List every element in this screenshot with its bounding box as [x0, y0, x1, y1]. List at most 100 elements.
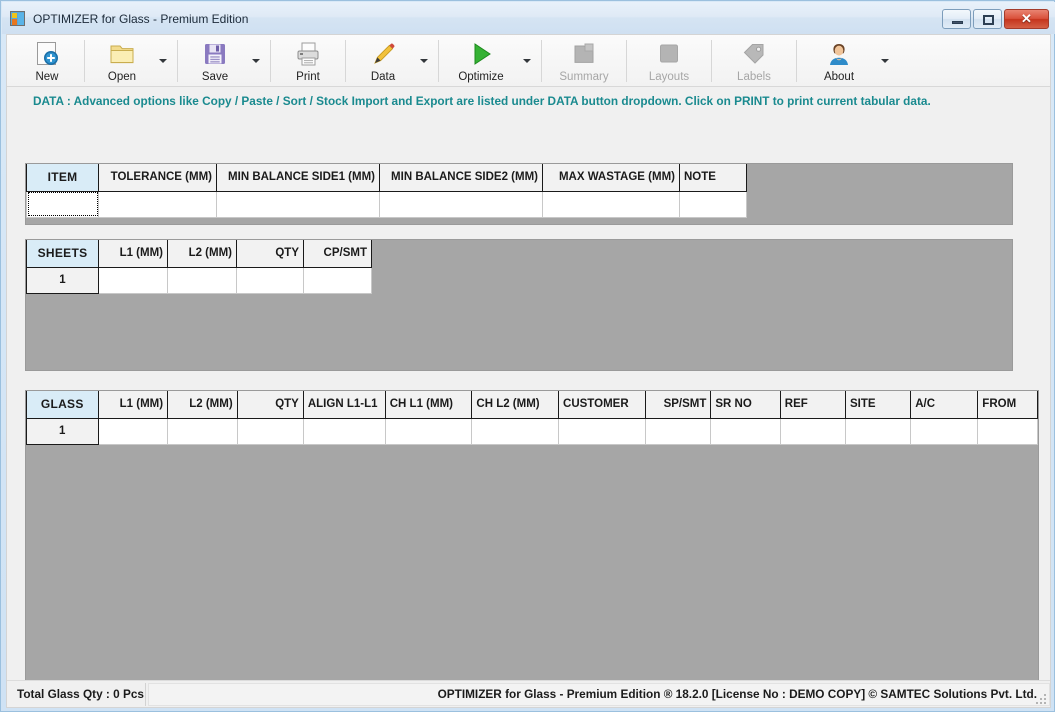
toolbar-group-save: Save	[183, 35, 265, 86]
glass-col-qty[interactable]: QTY	[237, 391, 304, 419]
labels-button[interactable]: Labels	[717, 36, 791, 86]
glass-col-site[interactable]: SITE	[845, 391, 912, 419]
maximize-button[interactable]	[973, 9, 1002, 29]
glass-col-ac[interactable]: A/C	[910, 391, 979, 419]
save-dropdown-arrow-icon[interactable]	[247, 36, 265, 86]
optimize-button-label: Optimize	[458, 70, 504, 83]
printer-icon	[294, 39, 322, 69]
new-button[interactable]: New	[15, 36, 79, 86]
glass-row-header-1[interactable]: 1	[26, 418, 99, 445]
data-button[interactable]: Data	[351, 36, 415, 86]
glass-grid[interactable]: GLASS L1 (MM) L2 (MM) QTY ALIGN L1-L1 CH…	[25, 390, 1039, 705]
table-row	[26, 191, 747, 218]
glass-cell-row1-sp-smt[interactable]	[645, 418, 712, 445]
sheets-col-l2[interactable]: L2 (MM)	[167, 240, 237, 268]
info-banner-text: DATA : Advanced options like Copy / Past…	[33, 94, 931, 108]
sheets-cell-row1-qty[interactable]	[236, 267, 304, 294]
glass-col-customer[interactable]: CUSTOMER	[558, 391, 646, 419]
item-col-min-balance-side1[interactable]: MIN BALANCE SIDE1 (MM)	[216, 164, 380, 192]
copyright-text: OPTIMIZER for Glass - Premium Edition ® …	[148, 682, 1050, 706]
about-button[interactable]: About	[802, 36, 876, 86]
item-col-max-wastage[interactable]: MAX WASTAGE (MM)	[542, 164, 680, 192]
item-cell-row1-tolerance[interactable]	[98, 191, 217, 218]
item-cell-row1-item[interactable]	[26, 191, 99, 218]
item-cell-row1-min-balance-side1[interactable]	[216, 191, 380, 218]
about-dropdown-arrow-icon[interactable]	[876, 36, 894, 86]
sheets-grid[interactable]: SHEETS L1 (MM) L2 (MM) QTY CP/SMT 1	[25, 239, 1013, 371]
close-button[interactable]: ✕	[1004, 9, 1049, 29]
minimize-button[interactable]	[942, 9, 971, 29]
item-cell-row1-min-balance-side2[interactable]	[379, 191, 543, 218]
open-folder-icon	[108, 39, 136, 69]
glass-cell-row1-l1[interactable]	[98, 418, 169, 445]
sheets-corner-header[interactable]: SHEETS	[26, 240, 99, 268]
toolbar-group-summary: Summary	[547, 35, 621, 86]
glass-col-sr-no[interactable]: SR NO	[710, 391, 781, 419]
layouts-button-label: Layouts	[648, 70, 690, 83]
toolbar-group-layouts: Layouts	[632, 35, 706, 86]
sheets-cell-row1-l2[interactable]	[167, 267, 237, 294]
item-header-row: ITEM TOLERANCE (MM) MIN BALANCE SIDE1 (M…	[26, 164, 747, 192]
glass-cell-row1-l2[interactable]	[167, 418, 238, 445]
print-button-label: Print	[296, 70, 320, 83]
glass-corner-header[interactable]: GLASS	[26, 391, 99, 419]
application-window: OPTIMIZER for Glass - Premium Edition ✕	[0, 0, 1055, 712]
sheets-cell-row1-cp-smt[interactable]	[303, 267, 372, 294]
item-cell-row1-max-wastage[interactable]	[542, 191, 680, 218]
glass-cell-row1-ch-l2[interactable]	[471, 418, 560, 445]
open-dropdown-arrow-icon[interactable]	[154, 36, 172, 86]
glass-cell-row1-ac[interactable]	[910, 418, 979, 445]
toolbar-group-new: New	[15, 35, 79, 86]
glass-cell-row1-ch-l1[interactable]	[385, 418, 473, 445]
info-banner: DATA : Advanced options like Copy / Past…	[7, 87, 1050, 115]
glass-col-l2[interactable]: L2 (MM)	[167, 391, 238, 419]
glass-col-from[interactable]: FROM	[977, 391, 1038, 419]
glass-cell-row1-sr-no[interactable]	[710, 418, 781, 445]
optimize-button[interactable]: Optimize	[444, 36, 518, 86]
glass-col-sp-smt[interactable]: SP/SMT	[645, 391, 712, 419]
item-col-note[interactable]: NOTE	[679, 164, 747, 192]
glass-cell-row1-align-l1-l1[interactable]	[303, 418, 386, 445]
glass-col-ref[interactable]: REF	[780, 391, 846, 419]
glass-col-align-l1-l1[interactable]: ALIGN L1-L1	[303, 391, 386, 419]
sheets-col-cp-smt[interactable]: CP/SMT	[303, 240, 372, 268]
optimize-dropdown-arrow-icon[interactable]	[518, 36, 536, 86]
user-icon	[825, 39, 853, 69]
glass-col-l1[interactable]: L1 (MM)	[98, 391, 169, 419]
sheets-col-qty[interactable]: QTY	[236, 240, 304, 268]
sheets-row-header-1[interactable]: 1	[26, 267, 99, 294]
glass-cell-row1-customer[interactable]	[558, 418, 646, 445]
toolbar-separator	[711, 39, 712, 82]
item-cell-row1-note[interactable]	[679, 191, 747, 218]
layouts-button[interactable]: Layouts	[632, 36, 706, 86]
about-button-label: About	[823, 70, 855, 83]
glass-cell-row1-site[interactable]	[845, 418, 912, 445]
summary-button[interactable]: Summary	[547, 36, 621, 86]
sheets-cell-row1-l1[interactable]	[98, 267, 168, 294]
item-corner-header[interactable]: ITEM	[26, 164, 99, 192]
glass-table: GLASS L1 (MM) L2 (MM) QTY ALIGN L1-L1 CH…	[26, 391, 1038, 445]
glass-header-row: GLASS L1 (MM) L2 (MM) QTY ALIGN L1-L1 CH…	[26, 391, 1038, 419]
data-dropdown-arrow-icon[interactable]	[415, 36, 433, 86]
save-button[interactable]: Save	[183, 36, 247, 86]
toolbar-group-optimize: Optimize	[444, 35, 536, 86]
glass-cell-row1-qty[interactable]	[237, 418, 304, 445]
toolbar-separator	[626, 39, 627, 82]
item-grid[interactable]: ITEM TOLERANCE (MM) MIN BALANCE SIDE1 (M…	[25, 163, 1013, 225]
play-triangle-icon	[467, 39, 495, 69]
window-frame: OPTIMIZER for Glass - Premium Edition ✕	[0, 0, 1055, 712]
item-col-min-balance-side2[interactable]: MIN BALANCE SIDE2 (MM)	[379, 164, 543, 192]
item-table: ITEM TOLERANCE (MM) MIN BALANCE SIDE1 (M…	[26, 164, 747, 218]
glass-col-ch-l1[interactable]: CH L1 (MM)	[385, 391, 473, 419]
status-bar: Total Glass Qty : 0 Pcs OPTIMIZER for Gl…	[7, 680, 1050, 707]
resize-grip[interactable]	[1034, 692, 1046, 704]
open-button[interactable]: Open	[90, 36, 154, 86]
toolbar-group-open: Open	[90, 35, 172, 86]
glass-cell-row1-ref[interactable]	[780, 418, 846, 445]
item-col-tolerance[interactable]: TOLERANCE (MM)	[98, 164, 217, 192]
sheets-col-l1[interactable]: L1 (MM)	[98, 240, 168, 268]
floppy-disk-icon	[201, 39, 229, 69]
glass-cell-row1-from[interactable]	[977, 418, 1038, 445]
glass-col-ch-l2[interactable]: CH L2 (MM)	[471, 391, 560, 419]
print-button[interactable]: Print	[276, 36, 340, 86]
